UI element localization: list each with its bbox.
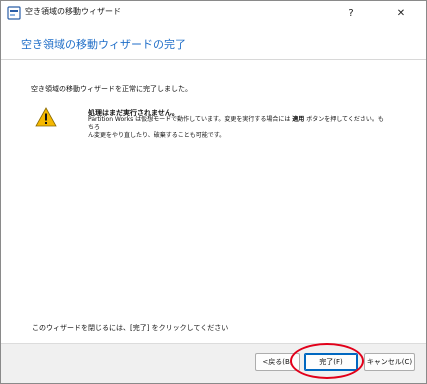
window-title: 空き領域の移動ウィザード <box>25 7 121 16</box>
wizard-content: 空き領域の移動ウィザードを正常に完了しました。 処理はまだ実行されません。 Pa… <box>1 60 426 343</box>
cancel-button[interactable]: キャンセル(C) <box>364 353 415 371</box>
close-hint: このウィザードを閉じるには、[完了] をクリックしてください <box>32 324 229 332</box>
completion-message: 空き領域の移動ウィザードを正常に完了しました。 <box>31 85 192 93</box>
warning-apply-keyword: 適用 <box>292 116 305 123</box>
button-bar: <戻る(B) 完了(F) キャンセル(C) <box>1 343 426 383</box>
close-icon: ✕ <box>396 7 406 19</box>
title-bar: 空き領域の移動ウィザード ? ✕ <box>1 1 426 25</box>
help-button[interactable]: ? <box>336 1 366 25</box>
page-title: 空き領域の移動ウィザードの完了 <box>21 38 186 51</box>
back-button[interactable]: <戻る(B) <box>255 353 300 371</box>
warning-icon <box>35 107 57 127</box>
wizard-window: 空き領域の移動ウィザード ? ✕ 空き領域の移動ウィザードの完了 空き領域の移動… <box>0 0 427 384</box>
warning-text-3: ん変更をやり直したり、破棄することも可能です。 <box>88 132 226 139</box>
help-label: ? <box>348 7 354 19</box>
warning-body: Partition Works は仮想モードで動作しています。変更を実行する場合… <box>88 116 388 140</box>
wizard-header: 空き領域の移動ウィザードの完了 <box>1 25 426 59</box>
app-icon <box>7 6 21 20</box>
warning-text-1: Partition Works は仮想モードで動作しています。変更を実行する場合… <box>88 116 293 123</box>
close-button[interactable]: ✕ <box>386 1 416 25</box>
finish-button[interactable]: 完了(F) <box>304 353 358 371</box>
